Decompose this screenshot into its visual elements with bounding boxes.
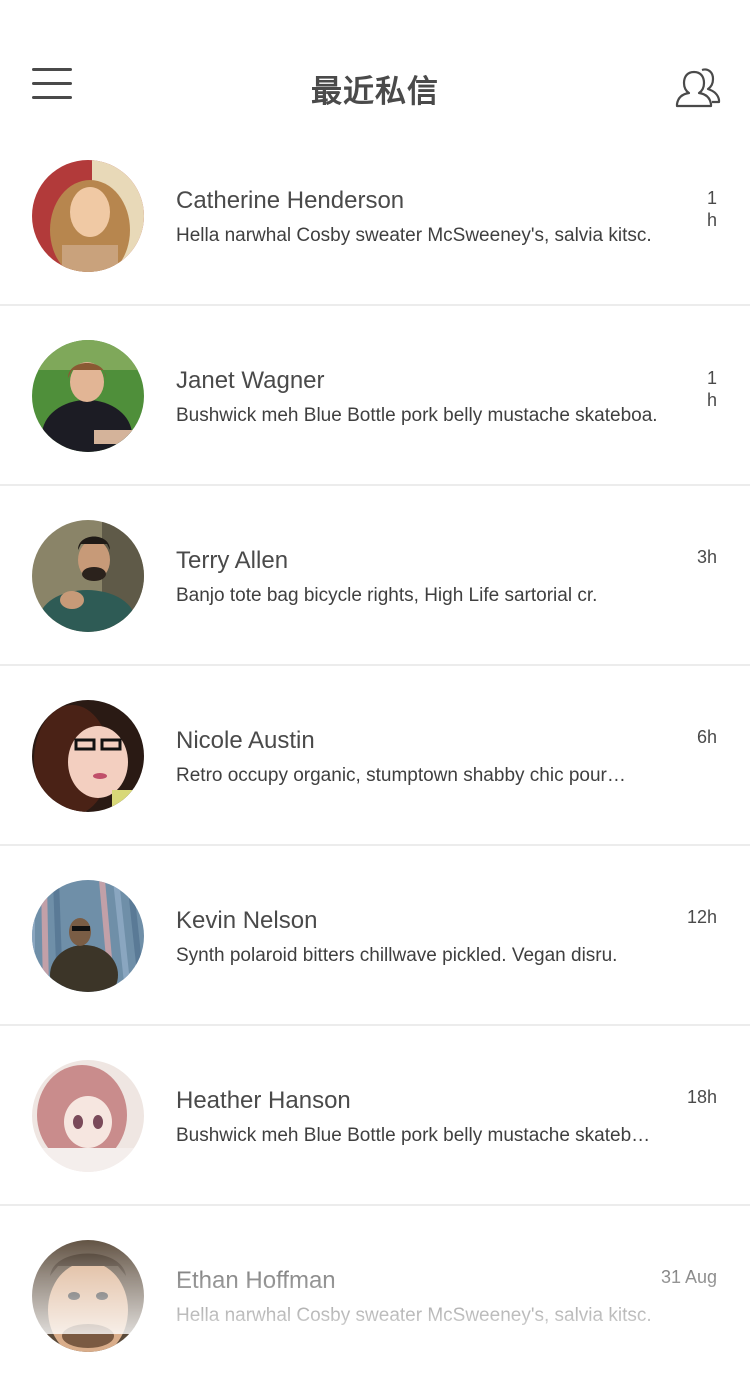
contact-name: Ethan Hoffman (176, 1267, 336, 1294)
conversation-row[interactable]: Kevin Nelson Synth polaroid bitters chil… (0, 846, 750, 1026)
conversation-row[interactable]: Janet Wagner Bushwick meh Blue Bottle po… (0, 306, 750, 486)
message-time: 3h (696, 547, 717, 567)
contact-name: Terry Allen (176, 547, 289, 574)
message-preview: Bushwick meh Blue Bottle pork belly must… (176, 405, 658, 426)
conversation-row[interactable]: Heather Hanson Bushwick meh Blue Bottle … (0, 1026, 750, 1206)
message-preview: Hella narwhal Cosby sweater McSweeney's,… (176, 225, 652, 246)
conversation-row[interactable]: Ethan Hoffman Hella narwhal Cosby sweate… (0, 1206, 750, 1386)
avatar (32, 340, 144, 452)
message-preview: Hella narwhal Cosby sweater McSweeney's,… (176, 1305, 652, 1326)
contact-name: Catherine Henderson (176, 187, 405, 214)
message-preview: Retro occupy organic, stumptown shabby c… (176, 765, 626, 786)
message-time: 18h (686, 1087, 717, 1107)
avatar (32, 1060, 144, 1172)
conversation-row[interactable]: Catherine Henderson Hella narwhal Cosby … (0, 126, 750, 306)
conversation-list: Catherine Henderson Hella narwhal Cosby … (0, 126, 750, 1386)
message-time: 1h (707, 188, 718, 230)
avatar (32, 880, 144, 992)
avatar (32, 700, 144, 812)
contact-name: Janet Wagner (176, 367, 325, 394)
top-bar: 最近私信 (0, 0, 750, 140)
conversation-row[interactable]: Terry Allen Banjo tote bag bicycle right… (0, 486, 750, 666)
contacts-person-icon[interactable] (674, 62, 722, 110)
contact-name: Nicole Austin (176, 727, 315, 754)
avatar (32, 160, 144, 272)
avatar (32, 520, 144, 632)
message-preview: Bushwick meh Blue Bottle pork belly must… (176, 1125, 651, 1146)
message-time: 1h (707, 368, 718, 410)
message-time: 31 Aug (660, 1267, 717, 1287)
message-time: 6h (696, 727, 717, 747)
message-time: 12h (686, 907, 717, 927)
message-preview: Banjo tote bag bicycle rights, High Life… (176, 585, 598, 606)
avatar (32, 1240, 144, 1352)
message-preview: Synth polaroid bitters chillwave pickled… (176, 945, 618, 966)
page-title: 最近私信 (311, 74, 439, 110)
conversation-row[interactable]: Nicole Austin Retro occupy organic, stum… (0, 666, 750, 846)
contact-name: Kevin Nelson (176, 907, 318, 934)
contact-name: Heather Hanson (176, 1087, 351, 1114)
